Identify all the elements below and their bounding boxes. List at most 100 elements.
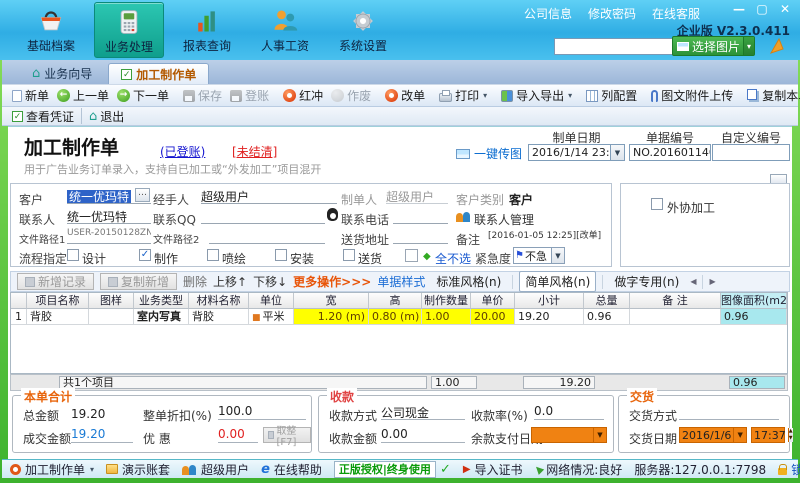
qq-field[interactable]	[201, 208, 325, 224]
toolbar-redink-button[interactable]: 红冲	[279, 85, 327, 106]
style-lettering-tab[interactable]: 做字专用(n)	[609, 272, 684, 291]
toolbar-next-button[interactable]: →下一单	[113, 85, 173, 106]
nav-hr-payroll[interactable]: 人事工资	[250, 2, 320, 58]
item-image-cell[interactable]	[89, 309, 134, 325]
flow-deliver-checkbox[interactable]	[343, 249, 355, 261]
material-cell[interactable]: 背胶	[189, 309, 249, 325]
pay-rate-field[interactable]: 0.0	[534, 404, 604, 420]
toolbar-save-button[interactable]: 保存	[179, 85, 226, 106]
flow-install-checkbox[interactable]	[275, 249, 287, 261]
exit-button[interactable]: ⌂退出	[85, 106, 128, 127]
style-simple-tab[interactable]: 简单风格(n)	[519, 271, 596, 292]
price-cell[interactable]: 20.00	[471, 309, 515, 325]
select-image-dropdown[interactable]: ▾	[743, 37, 754, 55]
discount-field[interactable]: 100.0	[218, 404, 306, 420]
nav-business-processing[interactable]: 业务处理	[94, 2, 164, 58]
delete-link[interactable]: 删除	[183, 273, 207, 290]
total-qty-cell[interactable]: 0.96	[584, 309, 630, 325]
flow-extra-input[interactable]	[405, 249, 418, 262]
toolbar-prev-button[interactable]: ←上一单	[53, 85, 113, 106]
flow-design-checkbox[interactable]	[67, 249, 79, 261]
height-cell[interactable]: 0.80 (m)	[369, 309, 422, 325]
maximize-button[interactable]: ▢	[755, 2, 769, 16]
subtotal-cell[interactable]: 19.20	[515, 309, 584, 325]
statusbar-online-help[interactable]: e在线帮助	[261, 461, 322, 478]
phone-field[interactable]	[393, 208, 448, 224]
biz-type-cell[interactable]: 室内写真	[134, 309, 189, 325]
round-button[interactable]: 取整[F7]	[263, 427, 311, 443]
statusbar-import-cert[interactable]: ▶导入证书	[463, 461, 523, 478]
customer-lookup-button[interactable]: …	[135, 188, 150, 202]
scroll-right-icon[interactable]: ▶	[709, 277, 715, 286]
tab-processing-order[interactable]: ✓ 加工制作单	[108, 63, 209, 84]
file-path1-field[interactable]: USER-20150128ZN:C:\	[67, 228, 151, 244]
item-name-cell[interactable]: 背胶	[27, 309, 89, 325]
col-header[interactable]: 制作数量	[422, 293, 471, 309]
close-button[interactable]: ✕	[778, 2, 792, 16]
spin-down-icon[interactable]: ▼	[789, 435, 793, 442]
col-header[interactable]: 小计	[515, 293, 584, 309]
toolbar-attachment-upload-button[interactable]: 图文附件上传	[647, 85, 737, 106]
copy-add-button[interactable]: 复制新增	[100, 273, 177, 290]
nav-basic-archives[interactable]: 基础档案	[16, 2, 86, 58]
col-header[interactable]: 单位	[249, 293, 294, 309]
deal-amount-field[interactable]: 19.20	[71, 427, 133, 443]
toolbar-void-button[interactable]: 作废	[327, 85, 375, 106]
doc-date-picker[interactable]: 2016/1/14 23:15:52 ▼	[528, 144, 625, 161]
toolbar-new-button[interactable]: 新单	[8, 85, 53, 106]
col-header[interactable]	[11, 293, 27, 309]
pay-method-field[interactable]: 公司现金	[381, 404, 465, 420]
col-header[interactable]: 图样	[89, 293, 134, 309]
contact-manager-link[interactable]: 联系人管理	[474, 211, 534, 228]
note-cell[interactable]	[630, 309, 721, 325]
col-header[interactable]: 备 注	[630, 293, 721, 309]
toolbar-copy-doc-button[interactable]: 复制本单	[743, 85, 800, 106]
file-path2-field[interactable]	[209, 228, 325, 244]
statusbar-lock-screen[interactable]: 锁 屏	[778, 461, 800, 478]
select-none-link[interactable]: 全不选	[435, 250, 471, 267]
unit-cell[interactable]: ■平米	[249, 309, 294, 325]
horn-icon[interactable]	[768, 36, 788, 56]
contact-field[interactable]: 统一优玛特	[67, 208, 151, 224]
nav-report-query[interactable]: 报表查询	[172, 2, 242, 58]
col-header[interactable]: 总量	[584, 293, 630, 309]
col-header[interactable]: 项目名称	[27, 293, 89, 309]
flow-spray-checkbox[interactable]	[207, 249, 219, 261]
change-password-link[interactable]: 修改密码	[588, 5, 636, 22]
online-service-link[interactable]: 在线客服	[652, 5, 700, 22]
outsource-checkbox[interactable]	[651, 198, 663, 210]
col-header[interactable]: 图像面积(m2)	[721, 293, 787, 309]
toolbar-column-config-button[interactable]: 列配置	[582, 85, 641, 106]
delivery-method-field[interactable]	[679, 404, 779, 420]
image-area-cell[interactable]: 0.96	[721, 309, 787, 325]
statusbar-user[interactable]: 超级用户	[182, 461, 249, 478]
minimize-button[interactable]: —	[732, 2, 746, 16]
quick-upload-link[interactable]: 一键传图	[456, 145, 522, 162]
view-voucher-button[interactable]: ✓查看凭证	[8, 106, 78, 127]
width-cell[interactable]: 1.20 (m)	[294, 309, 369, 325]
due-date-picker[interactable]: ▼	[531, 427, 607, 443]
toolbar-post-button[interactable]: 登账	[226, 85, 273, 106]
col-header[interactable]: 宽	[294, 293, 369, 309]
flow-make-checkbox[interactable]: ✓	[139, 249, 151, 261]
handler-field[interactable]: 超级用户	[201, 188, 337, 204]
spin-up-icon[interactable]: ▲	[789, 428, 793, 435]
scroll-left-icon[interactable]: ◀	[690, 277, 696, 286]
chevron-down-icon[interactable]: ▼	[610, 145, 624, 160]
col-header[interactable]: 业务类型	[134, 293, 189, 309]
select-image-button[interactable]: 选择图片 ▾	[672, 36, 755, 56]
table-row[interactable]: 1 背胶 室内写真 背胶 ■平米 1.20 (m) 0.80 (m) 1.00 …	[11, 309, 787, 325]
col-header[interactable]: 材料名称	[189, 293, 249, 309]
delivery-date-picker[interactable]: 2016/1/6 ▼	[679, 427, 747, 443]
move-up-link[interactable]: 上移↑	[213, 273, 247, 290]
toolbar-import-export-button[interactable]: 导入导出▾	[497, 85, 576, 106]
nav-system-settings[interactable]: 系统设置	[328, 2, 398, 58]
company-info-link[interactable]: 公司信息	[524, 5, 572, 22]
image-path-input[interactable]	[554, 38, 682, 55]
posted-status-link[interactable]: (已登账)	[160, 143, 205, 160]
urgency-select[interactable]: ⚑ 不急 ▼	[513, 247, 565, 264]
delivery-time-stepper[interactable]: 17:37 ▲▼	[751, 427, 785, 443]
move-down-link[interactable]: 下移↓	[253, 273, 287, 290]
qq-penguin-icon[interactable]	[327, 208, 338, 221]
coupon-field[interactable]: 0.00	[218, 427, 258, 443]
